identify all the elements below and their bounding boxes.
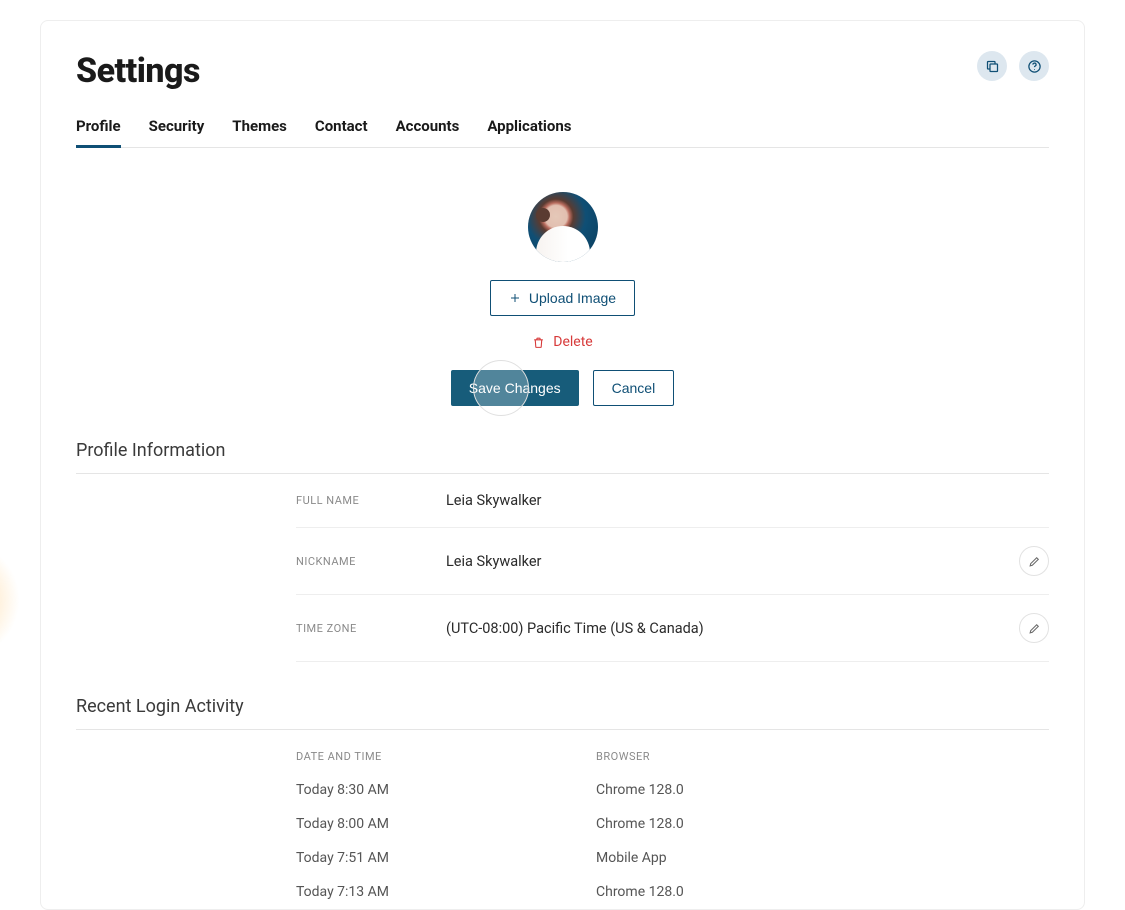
login-browser: Mobile App [596,850,1049,866]
profile-row-nickname: NICKNAME Leia Skywalker [296,528,1049,595]
trash-icon [532,336,545,349]
field-label: TIME ZONE [296,622,446,635]
upload-image-label: Upload Image [529,290,616,306]
help-icon [1027,59,1042,74]
col-header-time: DATE AND TIME [296,750,596,763]
col-header-browser: BROWSER [596,750,1049,763]
help-button[interactable] [1019,51,1049,81]
login-browser: Chrome 128.0 [596,884,1049,900]
field-label: NICKNAME [296,555,446,568]
plus-icon [509,292,521,304]
tab-applications[interactable]: Applications [487,117,571,148]
copy-icon [985,59,1000,74]
field-value: (UTC-08:00) Pacific Time (US & Canada) [446,620,1019,637]
tab-themes[interactable]: Themes [232,117,287,148]
field-value: Leia Skywalker [446,492,1049,509]
edit-timezone-button[interactable] [1019,613,1049,643]
login-time: Today 7:13 AM [296,884,596,900]
avatar [528,192,598,262]
login-browser: Chrome 128.0 [596,816,1049,832]
field-value: Leia Skywalker [446,553,1019,570]
login-browser: Chrome 128.0 [596,782,1049,798]
login-row: Today 8:00 AM Chrome 128.0 [296,807,1049,841]
login-row: Today 7:51 AM Mobile App [296,841,1049,875]
profile-row-timezone: TIME ZONE (UTC-08:00) Pacific Time (US &… [296,595,1049,662]
field-label: FULL NAME [296,494,446,507]
login-time: Today 8:30 AM [296,782,596,798]
delete-image-label: Delete [553,334,592,350]
login-time: Today 7:51 AM [296,850,596,866]
settings-card: Settings [40,20,1085,910]
tab-security[interactable]: Security [149,117,205,148]
profile-info-title: Profile Information [76,440,1049,474]
upload-image-button[interactable]: Upload Image [490,280,635,316]
login-activity-table: DATE AND TIME BROWSER Today 8:30 AM Chro… [296,744,1049,909]
login-activity-title: Recent Login Activity [76,696,1049,730]
page-title: Settings [76,51,200,91]
login-row: Today 8:30 AM Chrome 128.0 [296,773,1049,807]
cancel-button[interactable]: Cancel [593,370,675,406]
profile-row-fullname: FULL NAME Leia Skywalker [296,474,1049,528]
pencil-icon [1028,555,1041,568]
login-time: Today 8:00 AM [296,816,596,832]
copy-button[interactable] [977,51,1007,81]
delete-image-button[interactable]: Delete [532,334,592,350]
tab-profile[interactable]: Profile [76,117,121,148]
edit-nickname-button[interactable] [1019,546,1049,576]
tab-contact[interactable]: Contact [315,117,368,148]
tabs: Profile Security Themes Contact Accounts… [76,117,1049,148]
login-row: Today 7:13 AM Chrome 128.0 [296,875,1049,909]
save-button[interactable]: Save Changes [451,370,579,406]
pencil-icon [1028,622,1041,635]
tab-accounts[interactable]: Accounts [396,117,460,148]
